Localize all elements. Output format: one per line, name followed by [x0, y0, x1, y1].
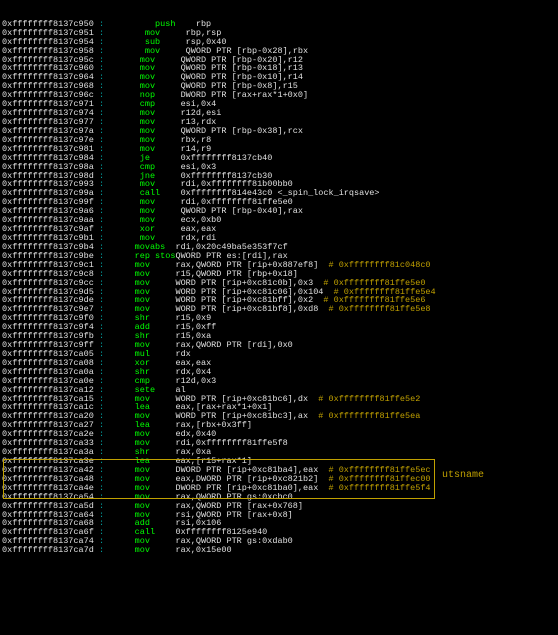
asm-line: 0xffffffff8137ca7d : mov rax,0x15e00 [2, 546, 558, 555]
highlight-label: utsname [442, 471, 484, 482]
